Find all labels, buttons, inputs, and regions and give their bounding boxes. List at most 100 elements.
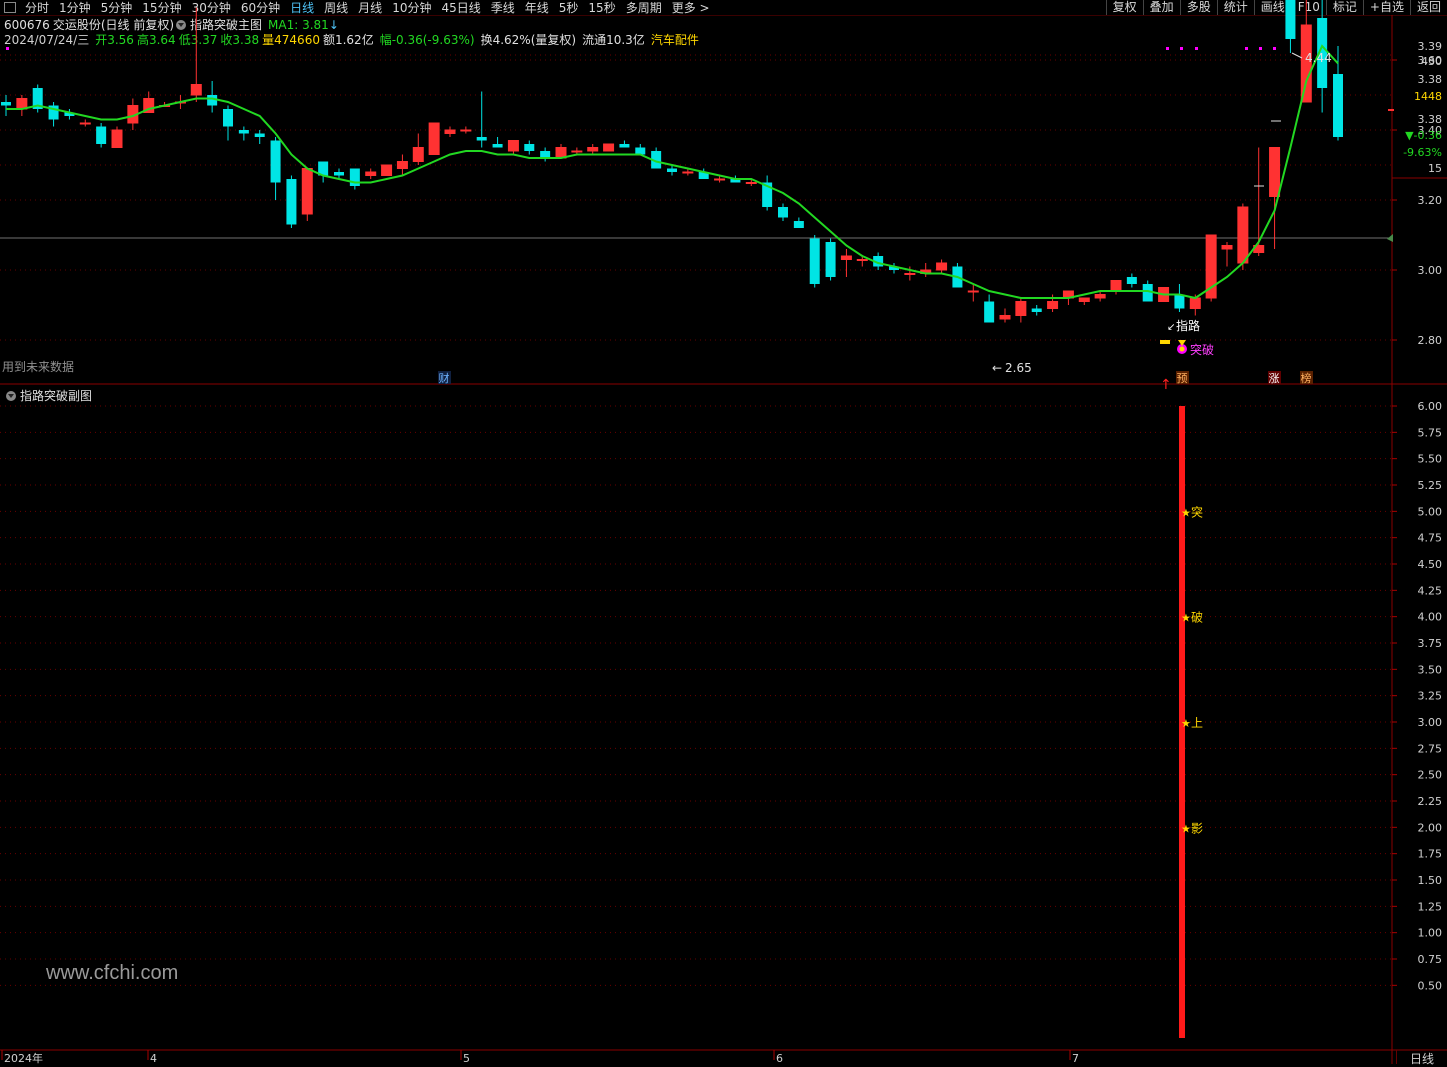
candle-body[interactable] <box>428 122 440 155</box>
candle-body[interactable] <box>571 150 583 153</box>
candle-body[interactable] <box>967 290 979 293</box>
candle-body[interactable] <box>793 221 804 228</box>
candle-body[interactable] <box>635 147 646 155</box>
signal-dot <box>1166 47 1169 50</box>
candle-body[interactable] <box>1269 147 1281 197</box>
candle-body[interactable] <box>79 122 91 125</box>
candle-body[interactable] <box>365 171 377 176</box>
candle-body[interactable] <box>1047 301 1059 309</box>
y-tick-label: 2.80 <box>1418 334 1443 347</box>
sub-y-tick-label: 2.75 <box>1418 742 1443 755</box>
candle-body[interactable] <box>301 168 313 215</box>
candle-body[interactable] <box>223 109 233 127</box>
candle-body[interactable] <box>1078 297 1090 302</box>
candle-body[interactable] <box>381 164 393 176</box>
dropdown-icon[interactable] <box>6 390 16 401</box>
candle-body[interactable] <box>492 144 503 148</box>
candle-body[interactable] <box>936 262 948 271</box>
candle-body[interactable] <box>1221 245 1233 250</box>
candle-body[interactable] <box>745 182 757 184</box>
cai-tag: 财 <box>439 371 450 385</box>
sub-indicator-name[interactable]: 指路突破副图 <box>20 387 92 404</box>
candle-body[interactable] <box>254 133 265 138</box>
candle-body[interactable] <box>396 161 408 169</box>
candle-body[interactable] <box>270 140 281 183</box>
candle-body[interactable] <box>334 172 344 176</box>
buy-arrow-icon: ↑ <box>1160 377 1172 393</box>
candle-body[interactable] <box>1285 0 1296 39</box>
signal-dot <box>1273 47 1276 50</box>
period-switch-button[interactable]: 日线 <box>1396 1050 1447 1066</box>
candle-body[interactable] <box>999 315 1011 320</box>
candle-body[interactable] <box>856 259 868 261</box>
candle-body[interactable] <box>904 273 916 275</box>
candle-body[interactable] <box>1094 294 1106 299</box>
side-stat: 3.39 <box>1418 40 1443 53</box>
candle-body[interactable] <box>840 255 852 260</box>
kline-chart[interactable]: 4.44 2.65← 指路↙ 突破 ↑ 财 预 涨 榜 6.00 5.75 5.50 5.25 5.00… <box>0 0 1447 1064</box>
sub-y-tick-label: 3.50 <box>1418 663 1443 676</box>
x-tick-label: 4 <box>150 1052 157 1064</box>
signal-dot <box>1195 47 1198 50</box>
low-price-label: 2.65 <box>1005 361 1032 375</box>
candle-body[interactable] <box>984 301 995 323</box>
star-icon: ★ <box>1181 717 1191 730</box>
candle-body[interactable] <box>444 129 456 134</box>
candle-body[interactable] <box>1 102 11 106</box>
side-stat: 430 <box>1421 55 1442 68</box>
candle-body[interactable] <box>809 238 820 285</box>
side-stat: -9.63% <box>1403 146 1442 159</box>
candle-body[interactable] <box>190 84 202 96</box>
candle-body[interactable] <box>1126 277 1137 284</box>
candle-body[interactable] <box>603 143 615 152</box>
candle-body[interactable] <box>540 151 551 158</box>
high-price-label: 4.44 <box>1305 51 1332 65</box>
yu-tag: 预 <box>1177 372 1188 385</box>
candle-body[interactable] <box>96 126 107 145</box>
candle-body[interactable] <box>412 147 424 162</box>
candle-body[interactable] <box>619 144 630 148</box>
candle-body[interactable] <box>587 147 599 152</box>
signal-label: 上 <box>1191 716 1203 730</box>
sub-y-tick-label: 5.75 <box>1418 426 1443 439</box>
candle-body[interactable] <box>476 137 487 141</box>
signal-label: 突 <box>1191 504 1203 519</box>
candle-body[interactable] <box>1015 301 1027 316</box>
future-data-note: 用到未来数据 <box>2 360 75 374</box>
sub-y-tick-label: 4.75 <box>1418 532 1443 545</box>
candle-body[interactable] <box>778 207 788 218</box>
candle-body[interactable] <box>1110 280 1122 292</box>
sub-y-tick-label: 2.50 <box>1418 769 1443 782</box>
sub-y-tick-label: 5.50 <box>1418 453 1443 466</box>
candle-body[interactable] <box>460 129 472 132</box>
candle-body[interactable] <box>714 178 726 181</box>
sub-y-tick-label: 1.00 <box>1418 927 1443 940</box>
sub-y-tick-label: 4.00 <box>1418 611 1443 624</box>
candle-body[interactable] <box>286 179 297 225</box>
candle-body[interactable] <box>1333 74 1343 137</box>
candle-body[interactable] <box>682 171 694 174</box>
candle-body[interactable] <box>238 130 249 134</box>
sub-y-tick-label: 3.00 <box>1418 716 1443 729</box>
signal-label: 破 <box>1191 610 1203 625</box>
sub-y-tick-label: 1.50 <box>1418 874 1443 887</box>
candle-body[interactable] <box>1237 206 1249 264</box>
candle-body[interactable] <box>1189 297 1201 309</box>
candle-body[interactable] <box>1174 294 1185 309</box>
signal-dot <box>1259 47 1262 50</box>
signal-dot <box>6 47 9 50</box>
candle-body[interactable] <box>1031 308 1042 313</box>
candle-body[interactable] <box>524 144 535 151</box>
side-stat: 1448 <box>1414 90 1442 103</box>
star-icon: ★ <box>1181 612 1191 625</box>
y-tick-label: 3.00 <box>1418 264 1443 277</box>
candle-body[interactable] <box>507 140 519 152</box>
side-stat: 3.38 <box>1418 113 1443 126</box>
candle-body[interactable] <box>667 168 677 173</box>
candle-body[interactable] <box>111 129 123 148</box>
signal-dot <box>1180 47 1183 50</box>
x-tick-label: 2024年 <box>4 1051 43 1064</box>
sub-y-tick-label: 2.00 <box>1418 821 1443 834</box>
candle-body[interactable] <box>825 242 836 277</box>
sub-y-tick-label: 3.75 <box>1418 637 1443 650</box>
